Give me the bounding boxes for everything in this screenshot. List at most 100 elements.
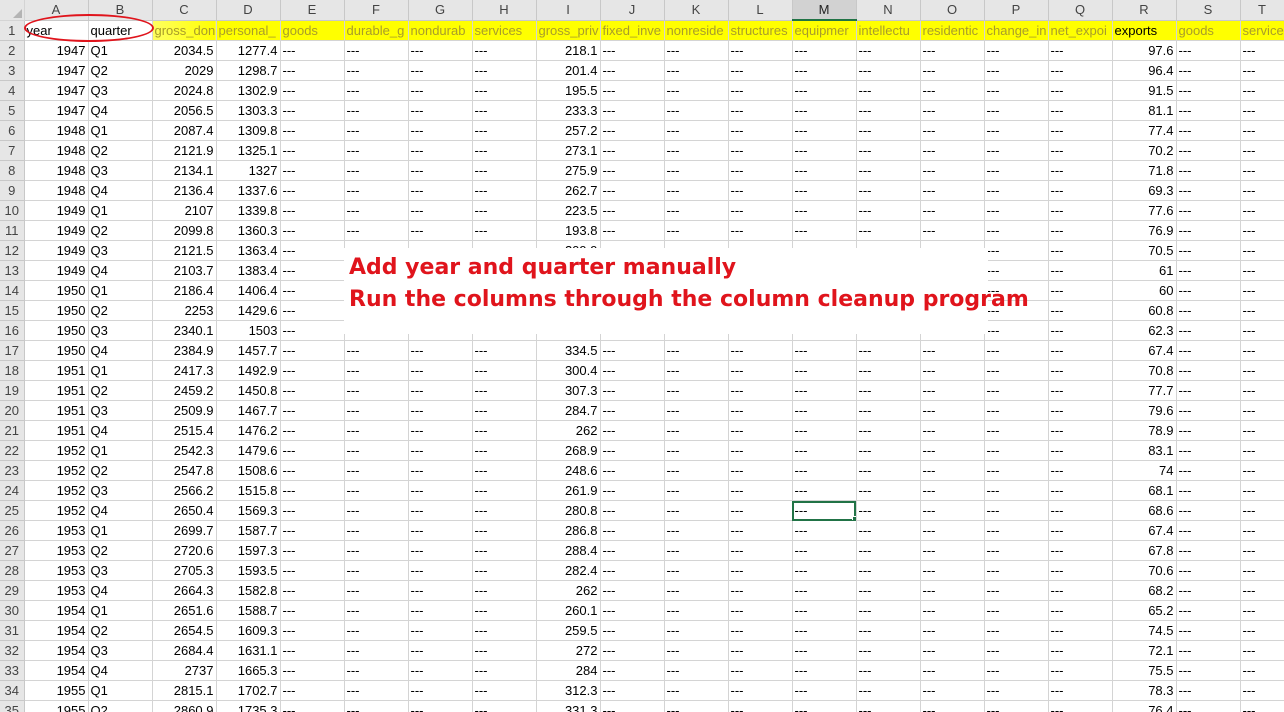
cell-o4[interactable]: --- [920, 80, 985, 101]
cell-t16[interactable]: --- [1240, 320, 1284, 341]
cell-g24[interactable]: --- [408, 480, 473, 501]
cell-s7[interactable]: --- [1176, 140, 1241, 161]
cell-p28[interactable]: --- [984, 560, 1049, 581]
cell-a22[interactable]: 1952 [24, 440, 89, 461]
cell-n3[interactable]: --- [856, 60, 921, 81]
cell-r25[interactable]: 68.6 [1112, 500, 1177, 521]
cell-q15[interactable]: --- [1048, 300, 1113, 321]
cell-g27[interactable]: --- [408, 540, 473, 561]
cell-g5[interactable]: --- [408, 100, 473, 121]
cell-h17[interactable]: --- [472, 340, 537, 361]
cell-r13[interactable]: 61 [1112, 260, 1177, 281]
cell-g26[interactable]: --- [408, 520, 473, 541]
cell-n28[interactable]: --- [856, 560, 921, 581]
cell-c26[interactable]: 2699.7 [152, 520, 217, 541]
cell-e34[interactable]: --- [280, 680, 345, 701]
cell-o12[interactable]: --- [920, 240, 985, 261]
cell-f11[interactable]: --- [344, 220, 409, 241]
cell-t30[interactable]: --- [1240, 600, 1284, 621]
cell-b14[interactable]: Q1 [88, 280, 153, 301]
cell-d16[interactable]: 1503 [216, 320, 281, 341]
cell-c23[interactable]: 2547.8 [152, 460, 217, 481]
cell-p29[interactable]: --- [984, 580, 1049, 601]
header-cell-a[interactable]: year [24, 20, 89, 41]
cell-n24[interactable]: --- [856, 480, 921, 501]
cell-l31[interactable]: --- [728, 620, 793, 641]
cell-n33[interactable]: --- [856, 660, 921, 681]
cell-h14[interactable]: --- [472, 280, 537, 301]
header-cell-f[interactable]: durable_g [344, 20, 409, 41]
cell-c28[interactable]: 2705.3 [152, 560, 217, 581]
cell-d20[interactable]: 1467.7 [216, 400, 281, 421]
cell-p3[interactable]: --- [984, 60, 1049, 81]
cell-s28[interactable]: --- [1176, 560, 1241, 581]
cell-j21[interactable]: --- [600, 420, 665, 441]
cell-f22[interactable]: --- [344, 440, 409, 461]
cell-s11[interactable]: --- [1176, 220, 1241, 241]
cell-a6[interactable]: 1948 [24, 120, 89, 141]
cell-r5[interactable]: 81.1 [1112, 100, 1177, 121]
cell-m15[interactable]: --- [792, 300, 857, 321]
cell-t24[interactable]: --- [1240, 480, 1284, 501]
cell-n16[interactable]: --- [856, 320, 921, 341]
cell-s23[interactable]: --- [1176, 460, 1241, 481]
cell-a15[interactable]: 1950 [24, 300, 89, 321]
cell-t3[interactable]: --- [1240, 60, 1284, 81]
column-header-l[interactable]: L [728, 0, 793, 21]
cell-k18[interactable]: --- [664, 360, 729, 381]
cell-k25[interactable]: --- [664, 500, 729, 521]
cell-k29[interactable]: --- [664, 580, 729, 601]
cell-g30[interactable]: --- [408, 600, 473, 621]
cell-c30[interactable]: 2651.6 [152, 600, 217, 621]
cell-c6[interactable]: 2087.4 [152, 120, 217, 141]
cell-r32[interactable]: 72.1 [1112, 640, 1177, 661]
cell-o32[interactable]: --- [920, 640, 985, 661]
cell-l21[interactable]: --- [728, 420, 793, 441]
cell-c16[interactable]: 2340.1 [152, 320, 217, 341]
cell-t7[interactable]: --- [1240, 140, 1284, 161]
cell-k14[interactable]: --- [664, 280, 729, 301]
cell-a8[interactable]: 1948 [24, 160, 89, 181]
cell-d32[interactable]: 1631.1 [216, 640, 281, 661]
cell-l30[interactable]: --- [728, 600, 793, 621]
cell-b9[interactable]: Q4 [88, 180, 153, 201]
row-header-13[interactable]: 13 [0, 260, 25, 281]
cell-b24[interactable]: Q3 [88, 480, 153, 501]
column-header-t[interactable]: T [1240, 0, 1284, 21]
cell-f27[interactable]: --- [344, 540, 409, 561]
cell-k19[interactable]: --- [664, 380, 729, 401]
cell-p4[interactable]: --- [984, 80, 1049, 101]
cell-l32[interactable]: --- [728, 640, 793, 661]
cell-p30[interactable]: --- [984, 600, 1049, 621]
cell-g25[interactable]: --- [408, 500, 473, 521]
cell-g12[interactable]: --- [408, 240, 473, 261]
cell-a34[interactable]: 1955 [24, 680, 89, 701]
cell-t15[interactable]: --- [1240, 300, 1284, 321]
cell-m35[interactable]: --- [792, 700, 857, 712]
cell-d19[interactable]: 1450.8 [216, 380, 281, 401]
cell-m32[interactable]: --- [792, 640, 857, 661]
cell-d6[interactable]: 1309.8 [216, 120, 281, 141]
cell-k26[interactable]: --- [664, 520, 729, 541]
cell-h6[interactable]: --- [472, 120, 537, 141]
cell-p16[interactable]: --- [984, 320, 1049, 341]
cell-d26[interactable]: 1587.7 [216, 520, 281, 541]
cell-o7[interactable]: --- [920, 140, 985, 161]
cell-j26[interactable]: --- [600, 520, 665, 541]
cell-a30[interactable]: 1954 [24, 600, 89, 621]
cell-d33[interactable]: 1665.3 [216, 660, 281, 681]
cell-h18[interactable]: --- [472, 360, 537, 381]
cell-o31[interactable]: --- [920, 620, 985, 641]
cell-d2[interactable]: 1277.4 [216, 40, 281, 61]
cell-i8[interactable]: 275.9 [536, 160, 601, 181]
cell-l12[interactable]: --- [728, 240, 793, 261]
row-header-31[interactable]: 31 [0, 620, 25, 641]
cell-a35[interactable]: 1955 [24, 700, 89, 712]
row-header-21[interactable]: 21 [0, 420, 25, 441]
cell-b26[interactable]: Q1 [88, 520, 153, 541]
cell-m6[interactable]: --- [792, 120, 857, 141]
cell-o8[interactable]: --- [920, 160, 985, 181]
cell-i23[interactable]: 248.6 [536, 460, 601, 481]
cell-b18[interactable]: Q1 [88, 360, 153, 381]
cell-p32[interactable]: --- [984, 640, 1049, 661]
